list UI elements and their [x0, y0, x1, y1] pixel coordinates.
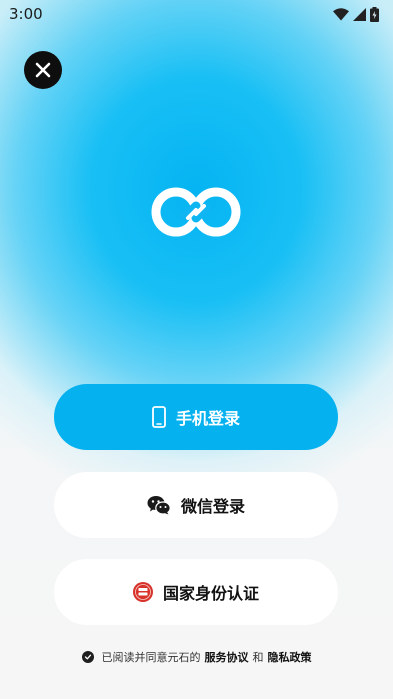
- app-logo: [151, 187, 241, 237]
- close-button[interactable]: [24, 51, 62, 89]
- agreement-checkbox[interactable]: [81, 651, 94, 663]
- check-icon: [84, 654, 91, 660]
- national-id-icon: [132, 582, 153, 602]
- status-bar: 3:00: [0, 0, 393, 28]
- status-icons: [333, 6, 379, 22]
- agreement-conjunction: 和: [252, 651, 264, 664]
- national-id-login-label: 国家身份认证: [162, 584, 259, 603]
- status-time: 3:00: [9, 5, 43, 23]
- wifi-icon: [333, 7, 349, 20]
- wechat-login-button[interactable]: 微信登录: [54, 472, 338, 538]
- signal-icon: [353, 7, 366, 21]
- wechat-icon: [147, 496, 171, 515]
- close-icon: [35, 62, 51, 78]
- agreement-row: 已阅读并同意元石的 服务协议 和 隐私政策: [0, 649, 393, 665]
- agreement-prefix: 已阅读并同意元石的: [101, 651, 201, 664]
- privacy-link[interactable]: 隐私政策: [268, 649, 312, 665]
- phone-login-label: 手机登录: [175, 409, 240, 428]
- wechat-login-label: 微信登录: [180, 497, 245, 516]
- phone-login-button[interactable]: 手机登录: [54, 384, 338, 450]
- national-id-login-button[interactable]: 国家身份认证: [54, 559, 338, 625]
- battery-icon: [370, 6, 379, 22]
- terms-link[interactable]: 服务协议: [205, 649, 249, 665]
- phone-icon: [152, 406, 166, 428]
